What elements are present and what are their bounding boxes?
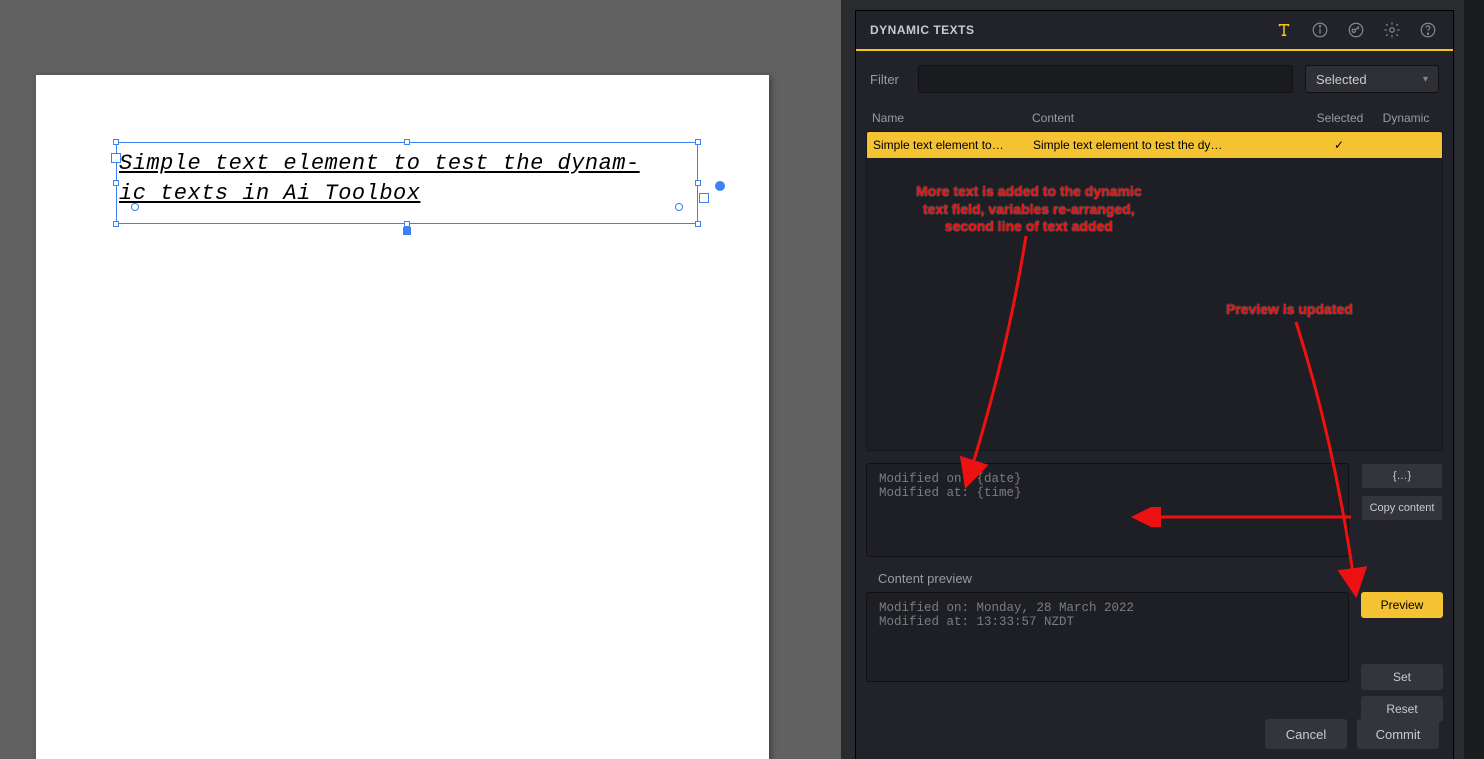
dynamic-texts-panel: DYNAMIC TEXTS Filter xyxy=(841,0,1484,759)
selected-text-frame[interactable]: Simple text element to test the dynam- i… xyxy=(116,142,698,224)
resize-handle[interactable] xyxy=(113,180,119,186)
resize-handle[interactable] xyxy=(695,139,701,145)
chevron-down-icon: ▾ xyxy=(1423,74,1428,85)
registration-point xyxy=(675,203,683,211)
resize-handle[interactable] xyxy=(695,221,701,227)
thread-indicator xyxy=(715,181,725,191)
filter-label: Filter xyxy=(870,72,906,87)
table-row[interactable]: Simple text element to… Simple text elem… xyxy=(867,132,1442,158)
preview-button[interactable]: Preview xyxy=(1361,592,1443,618)
key-icon[interactable] xyxy=(1345,19,1367,41)
panel-dock-strip xyxy=(1464,0,1484,759)
insert-variable-button[interactable]: {…} xyxy=(1361,463,1443,489)
canvas-area: Simple text element to test the dynam- i… xyxy=(0,0,841,759)
thread-in-port[interactable] xyxy=(111,153,121,163)
help-icon[interactable] xyxy=(1417,19,1439,41)
resize-handle[interactable] xyxy=(113,139,119,145)
copy-content-button[interactable]: Copy content xyxy=(1361,495,1443,521)
resize-handle[interactable] xyxy=(695,180,701,186)
text-tab-icon[interactable] xyxy=(1273,19,1295,41)
panel-title: DYNAMIC TEXTS xyxy=(870,23,1273,37)
commit-button[interactable]: Commit xyxy=(1357,719,1439,749)
info-icon[interactable] xyxy=(1309,19,1331,41)
artboard: Simple text element to test the dynam- i… xyxy=(36,75,769,759)
table-body[interactable]: Simple text element to… Simple text elem… xyxy=(866,131,1443,451)
settings-icon[interactable] xyxy=(1381,19,1403,41)
text-content: Simple text element to test the dynam- i… xyxy=(117,143,697,208)
filter-input[interactable] xyxy=(918,65,1293,93)
resize-handle[interactable] xyxy=(113,221,119,227)
panel-header: DYNAMIC TEXTS xyxy=(856,11,1453,51)
thread-out-port[interactable] xyxy=(699,193,709,203)
set-button[interactable]: Set xyxy=(1361,664,1443,690)
registration-point xyxy=(131,203,139,211)
cancel-button[interactable]: Cancel xyxy=(1265,719,1347,749)
filter-dropdown[interactable]: Selected▾ xyxy=(1305,65,1439,93)
table-header: Name Content Selected Dynamic xyxy=(866,103,1443,131)
resize-handle[interactable] xyxy=(404,139,410,145)
template-editor[interactable]: Modified on: {date} Modified at: {time} xyxy=(866,463,1349,557)
content-preview-label: Content preview xyxy=(856,557,1453,592)
check-icon: ✓ xyxy=(1304,138,1374,152)
center-point[interactable] xyxy=(403,227,411,235)
content-preview: Modified on: Monday, 28 March 2022 Modif… xyxy=(866,592,1349,682)
